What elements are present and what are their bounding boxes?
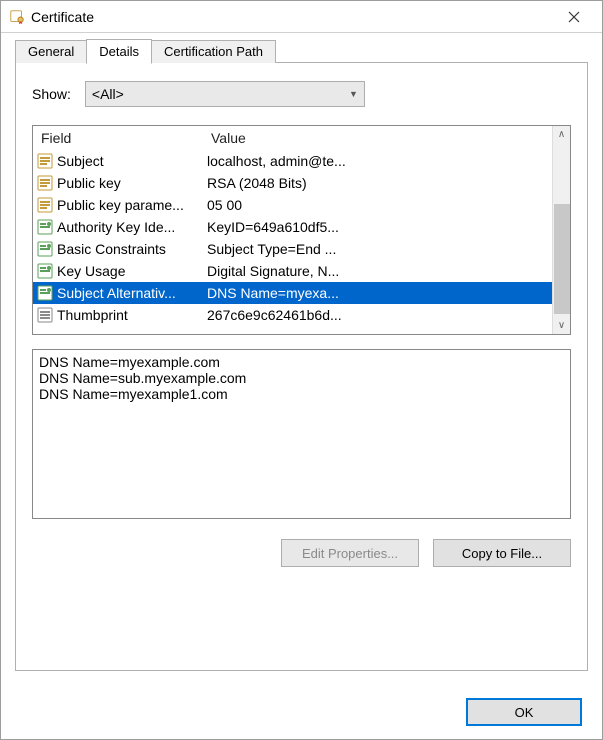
details-panel: Show: <All> ▼ Field Value Subjectlocalho… [15, 62, 588, 671]
list-row[interactable]: Key UsageDigital Signature, N... [33, 260, 552, 282]
row-value: 05 00 [207, 197, 548, 213]
row-value: 267c6e9c62461b6d... [207, 307, 548, 323]
row-value: Subject Type=End ... [207, 241, 548, 257]
row-field: Thumbprint [57, 307, 207, 323]
window-title: Certificate [31, 9, 554, 25]
close-button[interactable] [554, 3, 594, 31]
list-row[interactable]: Subjectlocalhost, admin@te... [33, 150, 552, 172]
column-field[interactable]: Field [33, 127, 203, 149]
show-dropdown-value: <All> [92, 86, 349, 102]
field-detail-text[interactable]: DNS Name=myexample.com DNS Name=sub.myex… [32, 349, 571, 519]
ext-icon [37, 219, 53, 235]
fields-list-body: Field Value Subjectlocalhost, admin@te..… [33, 126, 552, 334]
tab-strip: General Details Certification Path [15, 39, 588, 63]
row-value: RSA (2048 Bits) [207, 175, 548, 191]
ext-icon [37, 285, 53, 301]
scroll-thumb[interactable] [554, 204, 570, 314]
show-label: Show: [32, 86, 71, 102]
titlebar: Certificate [1, 1, 602, 33]
column-value[interactable]: Value [203, 127, 552, 149]
list-row[interactable]: Subject Alternativ...DNS Name=myexa... [33, 282, 552, 304]
list-row[interactable]: Authority Key Ide...KeyID=649a610df5... [33, 216, 552, 238]
certificate-dialog: Certificate General Details Certificatio… [0, 0, 603, 740]
ext-icon [37, 241, 53, 257]
row-field: Public key [57, 175, 207, 191]
row-field: Authority Key Ide... [57, 219, 207, 235]
row-field: Basic Constraints [57, 241, 207, 257]
certificate-icon [9, 9, 25, 25]
row-field: Public key parame... [57, 197, 207, 213]
field-icon [37, 153, 53, 169]
ext-icon [37, 263, 53, 279]
row-value: localhost, admin@te... [207, 153, 548, 169]
tab-general[interactable]: General [15, 40, 87, 63]
close-icon [568, 11, 580, 23]
ok-button[interactable]: OK [466, 698, 582, 726]
list-row[interactable]: Public keyRSA (2048 Bits) [33, 172, 552, 194]
show-filter-row: Show: <All> ▼ [32, 81, 571, 107]
scroll-down-icon[interactable]: ∨ [558, 320, 565, 331]
scroll-up-icon[interactable]: ∧ [558, 129, 565, 140]
row-value: DNS Name=myexa... [207, 285, 548, 301]
tab-details[interactable]: Details [86, 39, 152, 64]
row-value: KeyID=649a610df5... [207, 219, 548, 235]
row-field: Subject [57, 153, 207, 169]
edit-properties-button: Edit Properties... [281, 539, 419, 567]
field-icon [37, 197, 53, 213]
copy-to-file-button[interactable]: Copy to File... [433, 539, 571, 567]
field-icon [37, 175, 53, 191]
row-value: Digital Signature, N... [207, 263, 548, 279]
chevron-down-icon: ▼ [349, 89, 358, 99]
show-dropdown[interactable]: <All> ▼ [85, 81, 365, 107]
fields-list-header: Field Value [33, 126, 552, 150]
list-row[interactable]: Basic ConstraintsSubject Type=End ... [33, 238, 552, 260]
tab-certification-path[interactable]: Certification Path [151, 40, 276, 63]
dialog-footer: OK [1, 685, 602, 739]
list-row[interactable]: Public key parame...05 00 [33, 194, 552, 216]
row-field: Subject Alternativ... [57, 285, 207, 301]
dialog-content: General Details Certification Path Show:… [1, 33, 602, 685]
fields-list-scrollbar[interactable]: ∧ ∨ [552, 126, 570, 334]
fields-list[interactable]: Field Value Subjectlocalhost, admin@te..… [32, 125, 571, 335]
thumb-icon [37, 307, 53, 323]
panel-button-row: Edit Properties... Copy to File... [32, 539, 571, 567]
row-field: Key Usage [57, 263, 207, 279]
list-row[interactable]: Thumbprint267c6e9c62461b6d... [33, 304, 552, 326]
